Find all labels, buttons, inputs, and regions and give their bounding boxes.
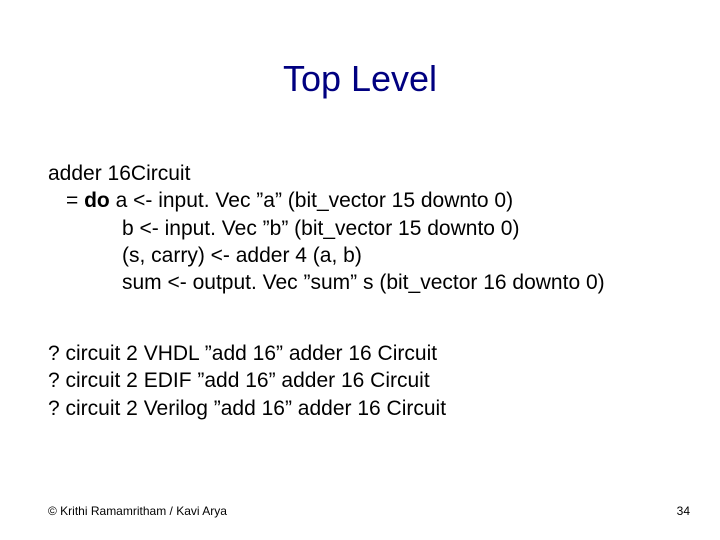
code-line: (s, carry) <- adder 4 (a, b) bbox=[48, 242, 680, 269]
slide: Top Level adder 16Circuit = do a <- inpu… bbox=[0, 0, 720, 540]
call-line: ? circuit 2 VHDL ”add 16” adder 16 Circu… bbox=[48, 340, 680, 367]
code-line: = do a <- input. Vec ”a” (bit_vector 15 … bbox=[48, 187, 680, 214]
code-line: adder 16Circuit bbox=[48, 160, 680, 187]
code-line: b <- input. Vec ”b” (bit_vector 15 downt… bbox=[48, 215, 680, 242]
page-number: 34 bbox=[677, 504, 690, 518]
keyword-do: do bbox=[84, 189, 110, 212]
call-line: ? circuit 2 EDIF ”add 16” adder 16 Circu… bbox=[48, 367, 680, 394]
code-block: adder 16Circuit = do a <- input. Vec ”a”… bbox=[48, 160, 680, 296]
call-line: ? circuit 2 Verilog ”add 16” adder 16 Ci… bbox=[48, 395, 680, 422]
footer-copyright: © Krithi Ramamritham / Kavi Arya bbox=[48, 504, 227, 518]
code-text: = bbox=[66, 189, 84, 212]
code-text: a <- input. Vec ”a” (bit_vector 15 downt… bbox=[110, 189, 513, 212]
code-line: sum <- output. Vec ”sum” s (bit_vector 1… bbox=[48, 269, 680, 296]
slide-title: Top Level bbox=[0, 58, 720, 100]
calls-block: ? circuit 2 VHDL ”add 16” adder 16 Circu… bbox=[48, 340, 680, 422]
